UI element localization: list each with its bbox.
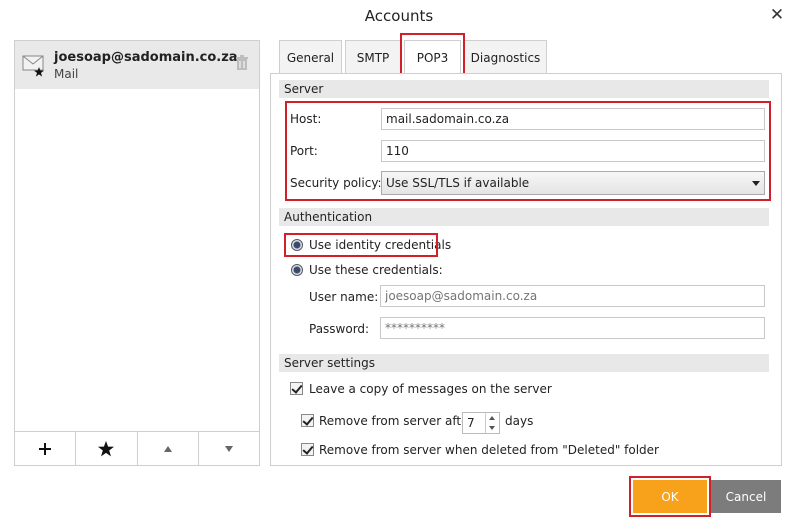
tab-general[interactable]: General: [279, 40, 342, 74]
dialog-title: Accounts: [364, 7, 434, 25]
account-email: joesoap@sadomain.co.za: [54, 50, 238, 65]
ok-button-highlight: [629, 476, 711, 517]
remove-after-checkbox[interactable]: [301, 414, 314, 427]
star-icon: [98, 440, 115, 456]
stepper-arrows[interactable]: [485, 413, 499, 433]
remove-deleted-checkbox[interactable]: [301, 443, 314, 456]
stepper-down-icon[interactable]: [489, 426, 495, 430]
leave-copy-label[interactable]: Leave a copy of messages on the server: [309, 382, 552, 396]
server-section-header: Server: [279, 80, 769, 98]
remove-deleted-label[interactable]: Remove from server when deleted from "De…: [319, 443, 659, 457]
pop3-settings-panel: Server Host: Port: Security policy: Use …: [270, 73, 782, 466]
plus-icon: [39, 442, 52, 455]
days-label: days: [505, 414, 534, 428]
tab-diagnostics[interactable]: Diagnostics: [464, 40, 547, 74]
account-item[interactable]: joesoap@sadomain.co.za Mail: [15, 41, 259, 89]
account-type: Mail: [54, 67, 79, 81]
these-credentials-radio[interactable]: [291, 264, 303, 276]
triangle-up-icon: [163, 445, 172, 452]
username-input[interactable]: [380, 285, 765, 307]
password-input[interactable]: [380, 317, 765, 339]
stepper-up-icon[interactable]: [489, 416, 495, 420]
add-account-button[interactable]: [15, 432, 77, 465]
tab-smtp[interactable]: SMTP: [345, 40, 401, 74]
close-icon[interactable]: ✕: [769, 5, 785, 25]
trash-icon[interactable]: [235, 55, 249, 71]
authentication-section-header: Authentication: [279, 208, 769, 226]
identity-credentials-highlight: [284, 233, 438, 257]
remove-after-days-stepper[interactable]: 7: [462, 412, 500, 434]
these-credentials-label[interactable]: Use these credentials:: [309, 263, 443, 277]
triangle-down-icon: [224, 445, 233, 452]
set-default-button[interactable]: [76, 432, 138, 465]
cancel-button[interactable]: Cancel: [711, 480, 781, 513]
account-toolbar: [15, 431, 259, 465]
move-down-button[interactable]: [199, 432, 259, 465]
pop3-tab-highlight: [400, 33, 465, 78]
leave-copy-checkbox[interactable]: [290, 382, 303, 395]
remove-after-days-value: 7: [467, 416, 475, 430]
server-settings-section-header: Server settings: [279, 354, 769, 372]
default-star-icon: [34, 67, 44, 77]
remove-after-label[interactable]: Remove from server after: [319, 414, 473, 428]
account-list: joesoap@sadomain.co.za Mail: [14, 40, 260, 466]
server-fields-highlight: [285, 101, 771, 201]
move-up-button[interactable]: [138, 432, 199, 465]
username-label: User name:: [309, 290, 379, 304]
password-label: Password:: [309, 322, 370, 336]
